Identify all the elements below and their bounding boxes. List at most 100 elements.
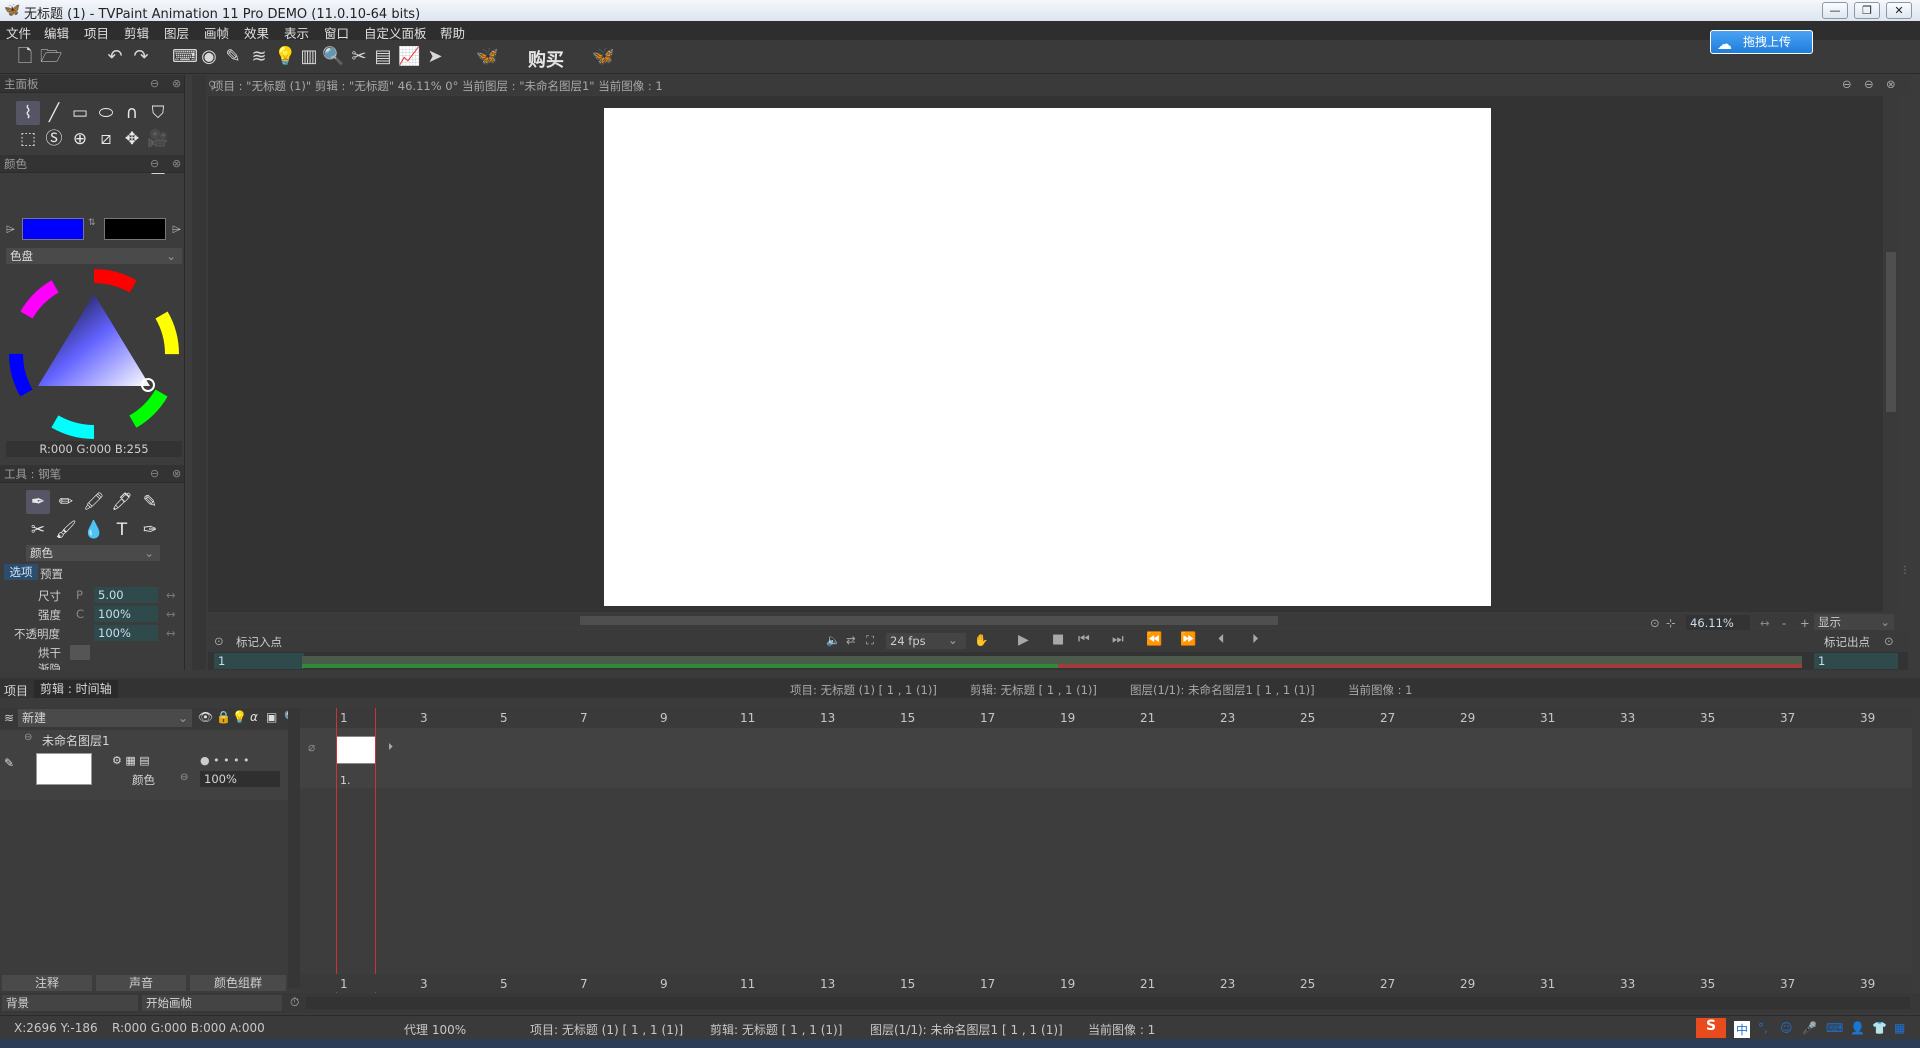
minimize-icon[interactable]: ⊖ [1864, 77, 1874, 91]
dry-checkbox[interactable] [70, 645, 90, 660]
timeline-track[interactable]: ⌀ ⏵ 1. [300, 728, 1912, 788]
stencil-icon[interactable]: ▣ [266, 710, 277, 724]
side-tools-icon[interactable]: ⋮ [1900, 565, 1910, 576]
graph-icon[interactable]: 📈 [398, 46, 420, 68]
zoom-in-button[interactable]: + [1800, 616, 1810, 630]
ime-mic-icon[interactable]: 🎤 [1802, 1021, 1817, 1035]
color-mode-select[interactable]: 色盘 ⌄ [6, 248, 182, 264]
color-wheel-icon[interactable]: ◉ [198, 46, 220, 68]
collapse-icon[interactable]: ⊖ [150, 155, 159, 173]
start-frame-select[interactable]: 开始画帧 [142, 995, 282, 1011]
frame-in-field[interactable]: 1 [214, 653, 304, 669]
selection-tool-icon[interactable]: ⬚ [16, 127, 40, 151]
freehand-tool-icon[interactable]: ⌇ [16, 101, 40, 125]
mark-out-label[interactable]: 标记出点 [1824, 634, 1870, 650]
mark-out-icon[interactable]: ⊙ [1884, 634, 1894, 648]
lightbulb-icon[interactable]: 💡 [274, 46, 296, 68]
color-groups-button[interactable]: 颜色组群 [190, 975, 286, 991]
timeline-ruler-bottom[interactable]: 1 3 5 7 9 11 13 15 17 19 21 23 25 27 29 31 33 35 37 39 [300, 974, 1912, 992]
line-tool-icon[interactable]: ╱ [42, 101, 66, 125]
go-to-start-icon[interactable]: ⏮ [1078, 632, 1090, 647]
strength-field[interactable]: 100% [94, 606, 158, 622]
stop-icon[interactable]: ■ [1052, 632, 1064, 647]
center-view-icon[interactable]: ⊹ [1666, 616, 1676, 630]
fill-tool-icon[interactable]: ⛉ [146, 101, 170, 125]
lightbulb-icon[interactable]: 💡 [232, 710, 247, 724]
frame-end-icon[interactable]: ⏵ [388, 742, 393, 753]
panel-close-icon[interactable]: ⊗ [172, 75, 181, 93]
mark-in-label[interactable]: 标记入点 [236, 634, 282, 650]
hand-scrub-icon[interactable]: ✋ [974, 633, 988, 647]
keyboard-icon[interactable]: ⌨ [172, 46, 198, 68]
ime-skin-icon[interactable]: 👕 [1872, 1021, 1887, 1035]
alpha-icon[interactable]: α [250, 710, 258, 724]
crop-tool-icon[interactable]: ⧄ [94, 127, 118, 151]
text-tool-icon[interactable]: T [110, 518, 134, 542]
collapse-icon[interactable]: ⊖ [1842, 77, 1852, 91]
background-select[interactable]: 背景 [2, 995, 138, 1011]
curve-tool-icon[interactable]: ∩ [120, 101, 144, 125]
secondary-color-swatch[interactable] [104, 218, 166, 240]
reset-view-icon[interactable]: ⊙ [1650, 616, 1660, 630]
panel-close-icon[interactable]: ⊗ [172, 465, 181, 483]
mark-in-icon[interactable]: ⊙ [214, 634, 224, 648]
rectangle-tool-icon[interactable]: ▭ [68, 101, 92, 125]
size-field[interactable]: 5.00 [94, 587, 158, 603]
pen-brush-icon[interactable]: ✒ [26, 490, 50, 514]
scissors-icon[interactable]: ✂ [348, 46, 370, 68]
layer-paint-icon[interactable]: ✎ [4, 756, 14, 770]
layer-panel-splitter[interactable] [288, 708, 300, 988]
color-wheel[interactable] [8, 268, 180, 440]
drawing-canvas[interactable] [604, 108, 1491, 606]
lock-icon[interactable]: 🔒 [216, 710, 231, 724]
opacity-arrows-icon[interactable]: ↔ [166, 626, 176, 640]
knife-brush-icon[interactable]: ✂ [26, 518, 50, 542]
tab-presets[interactable]: 预置 [40, 566, 63, 582]
zoom-arrows-icon[interactable]: ↔ [1760, 616, 1770, 630]
next-frame-icon[interactable]: ⏵ [1252, 632, 1259, 647]
horizontal-scrollbar[interactable] [208, 614, 1883, 626]
smudge-brush-icon[interactable]: ✑ [138, 518, 162, 542]
brush-color-select[interactable]: 颜色 ⌄ [26, 545, 160, 561]
sound-icon[interactable]: 🔈 [826, 633, 840, 647]
crayon-brush-icon[interactable]: 🖍 [82, 490, 106, 514]
size-arrows-icon[interactable]: ↔ [166, 588, 176, 602]
layers-icon[interactable]: ≋ [248, 46, 270, 68]
frame-slider-track[interactable] [302, 656, 1802, 668]
ime-language[interactable]: 中 [1734, 1021, 1751, 1038]
opacity-field[interactable]: 100% [94, 625, 158, 641]
maximize-button[interactable]: ❐ [1854, 2, 1880, 19]
previous-frame-icon[interactable]: ⏴ [1218, 632, 1225, 647]
strength-arrows-icon[interactable]: ↔ [166, 607, 176, 621]
new-file-icon[interactable]: 🗋 [14, 46, 36, 68]
ime-user-icon[interactable]: 👤 [1850, 1021, 1865, 1035]
frame-out-field[interactable]: 1 [1814, 653, 1898, 669]
layer-opacity-field[interactable]: 100% [200, 771, 280, 787]
water-drop-icon[interactable]: 💧 [82, 518, 106, 542]
layer-color-icon[interactable]: ⊖ [180, 772, 188, 783]
minimize-button[interactable]: — [1822, 2, 1848, 19]
airbrush-icon[interactable]: ✎ [138, 490, 162, 514]
no-entry-icon[interactable]: ⌀ [308, 740, 315, 754]
rewind-icon[interactable]: ⏪ [1146, 632, 1162, 647]
tab-options[interactable]: 选项 [4, 564, 38, 580]
collapse-icon[interactable]: ⊖ [150, 75, 159, 93]
eyedropper-icon-2[interactable]: ⌲ [172, 222, 181, 237]
brush-set-icon[interactable]: ✎ [222, 46, 244, 68]
open-file-icon[interactable]: 🗁 [40, 46, 62, 68]
tab-project[interactable]: 项目 [4, 682, 28, 699]
new-layer-select[interactable]: 新建 [18, 709, 192, 727]
drag-upload-button[interactable]: ☁ 拖拽上传 [1710, 30, 1813, 54]
close-button[interactable]: ✕ [1886, 2, 1912, 19]
ime-grid-icon[interactable]: ▦ [1894, 1021, 1905, 1035]
layer-thumbnail[interactable] [36, 753, 92, 785]
swap-colors-icon[interactable]: ⇅ [88, 218, 98, 240]
ime-emoji-icon[interactable]: ☺ [1780, 1021, 1793, 1035]
butterfly-icon[interactable]: 🦋 [476, 46, 498, 68]
undo-icon[interactable]: ↶ [104, 46, 126, 68]
butterfly-blue-icon[interactable]: 🦋 [592, 46, 614, 68]
magic-select-icon[interactable]: Ⓢ [42, 127, 66, 151]
fast-forward-icon[interactable]: ⏩ [1180, 632, 1196, 647]
play-icon[interactable]: ▶ [1018, 632, 1029, 648]
panel-close-icon[interactable]: ⊗ [172, 155, 181, 173]
